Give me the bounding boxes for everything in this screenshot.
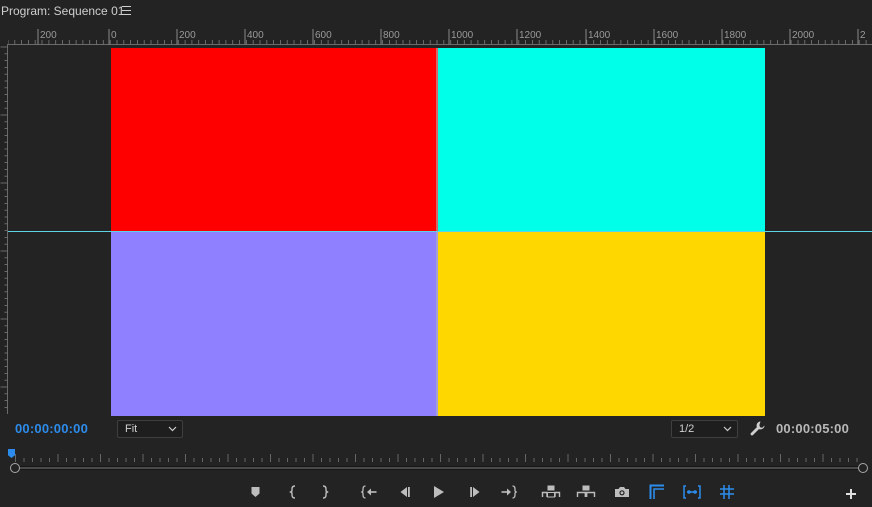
marker-icon	[251, 487, 260, 497]
export-frame-button[interactable]	[612, 483, 632, 501]
sequence-duration-timecode: 00:00:05:00	[776, 421, 850, 436]
grid-icon	[720, 485, 734, 499]
ruler-label: 2	[860, 30, 866, 41]
ruler-label: 1000	[451, 30, 474, 41]
panel-header: Program: Sequence 01	[0, 0, 872, 24]
playback-resolution-value: 1/2	[679, 423, 695, 435]
playhead-handle[interactable]	[8, 449, 15, 458]
vertical-seam	[436, 48, 438, 416]
ruler-label: 2000	[792, 30, 815, 41]
mark-in-button[interactable]	[283, 483, 303, 501]
extract-button[interactable]	[576, 483, 596, 501]
lavender-quadrant	[111, 232, 438, 416]
vertical-ruler	[0, 44, 8, 414]
yellow-quadrant	[438, 232, 765, 416]
zoom-scroll-bar[interactable]	[15, 467, 863, 469]
go-to-in-button[interactable]	[359, 483, 379, 501]
extract-icon	[576, 485, 596, 497]
insert-edit-button[interactable]	[682, 483, 702, 501]
horizontal-ruler: 200 0 200 400 600 800 1000 1200 1400 1600 1800 2000…	[8, 29, 872, 45]
go-to-in-icon	[360, 485, 377, 499]
lift-icon	[541, 485, 561, 498]
chevron-down-icon	[723, 426, 732, 432]
zoom-level-select[interactable]: Fit	[117, 420, 183, 438]
playback-resolution-select[interactable]: 1/2	[671, 420, 738, 438]
hamburger-menu-icon[interactable]	[121, 3, 133, 17]
step-forward-icon	[470, 487, 480, 497]
cyan-quadrant	[438, 48, 765, 232]
step-forward-button[interactable]	[465, 483, 485, 501]
play-button[interactable]	[429, 483, 449, 501]
ruler-label: 0	[111, 30, 117, 41]
program-video-frame[interactable]	[111, 48, 765, 416]
camera-icon	[615, 487, 629, 497]
ruler-label: 1400	[588, 30, 611, 41]
go-to-out-icon	[501, 485, 518, 499]
horizontal-guide-line[interactable]	[8, 231, 872, 232]
panel-title[interactable]: Program: Sequence 01	[1, 4, 124, 18]
ruler-label: 200	[179, 30, 196, 41]
wrench-icon[interactable]	[749, 420, 767, 438]
ruler-label: 400	[247, 30, 264, 41]
ruler-label: 1600	[656, 30, 679, 41]
chevron-down-icon	[168, 426, 177, 432]
button-editor-button[interactable]	[841, 483, 861, 501]
ruler-label: 600	[315, 30, 332, 41]
add-marker-button[interactable]	[246, 483, 266, 501]
step-back-button[interactable]	[395, 483, 415, 501]
zoom-handle-left[interactable]	[10, 463, 20, 473]
zoom-handle-right[interactable]	[858, 463, 868, 473]
ruler-label: 1800	[724, 30, 747, 41]
go-to-out-button[interactable]	[499, 483, 519, 501]
ruler-label: 200	[40, 30, 57, 41]
safe-margins-icon	[649, 484, 664, 499]
mark-out-button[interactable]	[315, 483, 335, 501]
plus-icon	[846, 489, 856, 499]
mini-time-ruler[interactable]	[15, 452, 863, 462]
red-quadrant	[111, 48, 438, 232]
step-back-icon	[400, 487, 410, 497]
ruler-label: 800	[383, 30, 400, 41]
zoom-level-value: Fit	[125, 423, 138, 435]
insert-edit-icon	[683, 485, 701, 499]
mark-out-icon	[322, 485, 329, 499]
ruler-label: 1200	[519, 30, 542, 41]
playhead-timecode[interactable]: 00:00:00:00	[15, 421, 88, 436]
guides-button[interactable]	[717, 483, 737, 501]
lift-button[interactable]	[541, 483, 561, 501]
safe-margins-button[interactable]	[647, 483, 667, 501]
play-icon	[434, 486, 444, 498]
mark-in-icon	[289, 485, 296, 499]
